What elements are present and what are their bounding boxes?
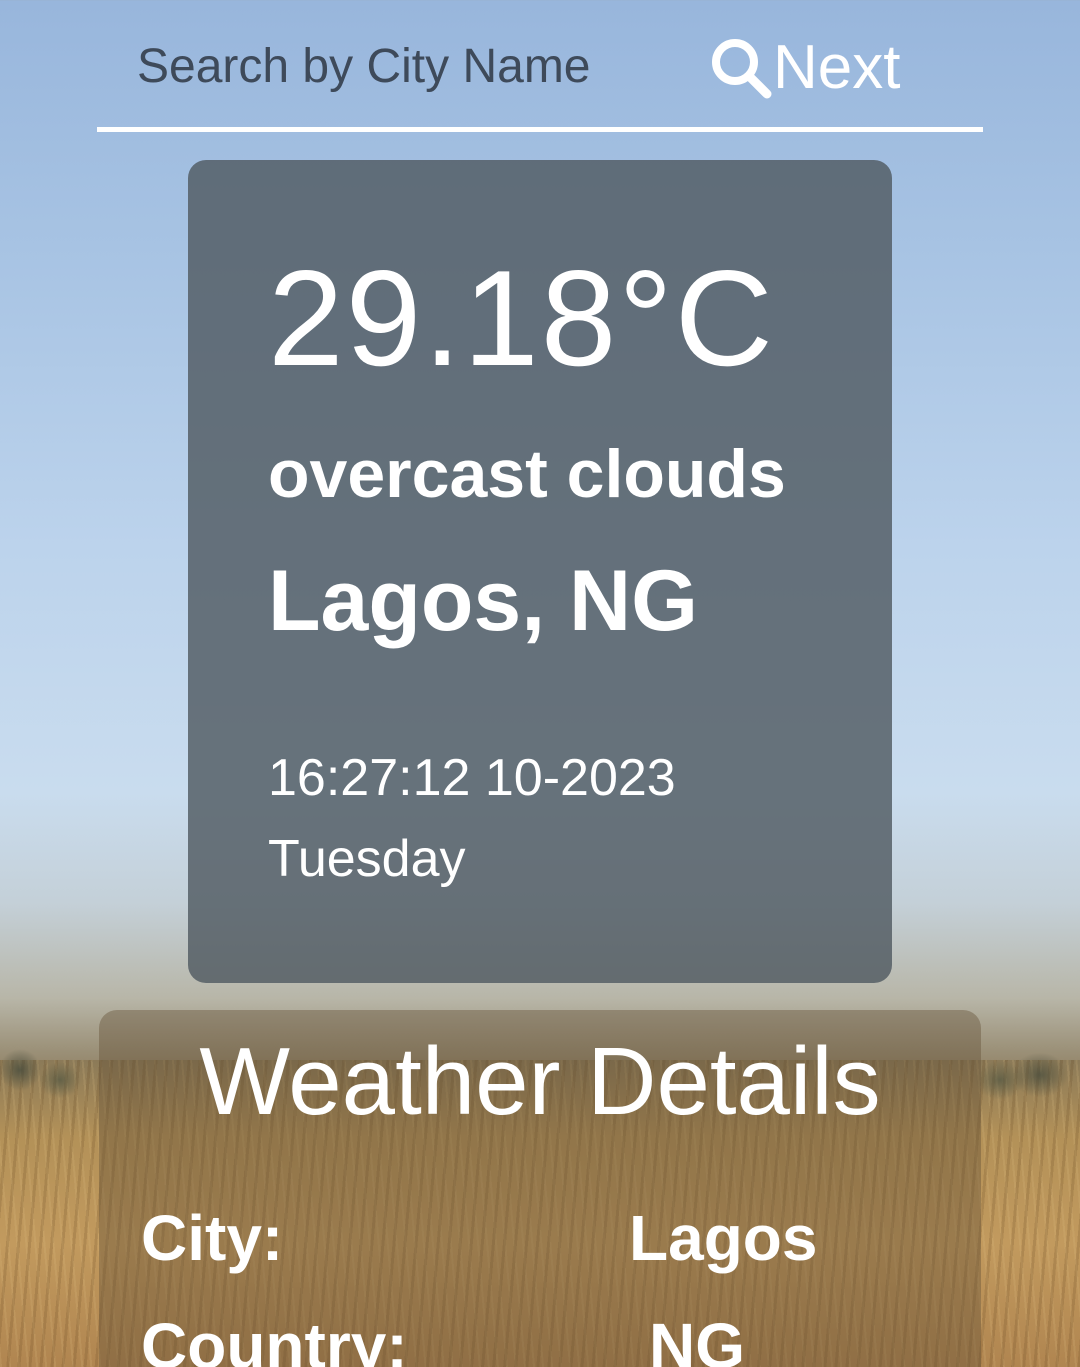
search-icon — [709, 36, 773, 100]
details-title: Weather Details — [199, 1028, 881, 1135]
temperature: 29.18°C — [268, 242, 775, 394]
weather-details-card: Weather Details City: Lagos Country: NG — [99, 1010, 981, 1367]
current-weather-card: 29.18°C overcast clouds Lagos, NG 16:27:… — [188, 160, 892, 983]
detail-value: Lagos — [629, 1202, 818, 1274]
search-bar: Next — [97, 20, 983, 132]
detail-value: NG — [649, 1310, 745, 1367]
weekday: Tuesday — [268, 830, 466, 888]
datetime: 16:27:12 10-2023 — [268, 749, 676, 807]
location: Lagos, NG — [268, 553, 699, 649]
detail-label: City: — [141, 1202, 284, 1274]
detail-row-city: City: Lagos — [99, 1206, 981, 1286]
search-next-button[interactable]: Next — [709, 28, 900, 108]
search-next-label: Next — [773, 33, 901, 102]
search-input[interactable] — [137, 34, 697, 98]
detail-label: Country: — [141, 1310, 408, 1367]
weather-description: overcast clouds — [268, 436, 786, 512]
detail-row-country: Country: NG — [99, 1314, 981, 1367]
